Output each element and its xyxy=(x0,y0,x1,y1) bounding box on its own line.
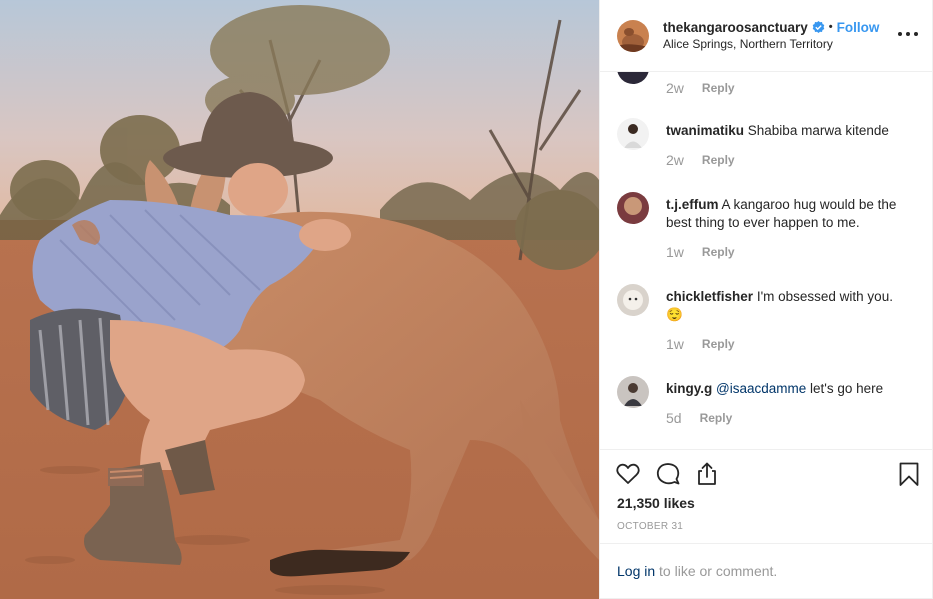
reply-button[interactable]: Reply xyxy=(702,153,735,167)
instagram-post: thekangaroosanctuary • Follow Alice Spri… xyxy=(0,0,933,599)
more-options-icon[interactable] xyxy=(898,26,918,42)
commenter-avatar[interactable] xyxy=(617,118,649,150)
comment-meta: 1w Reply xyxy=(666,244,735,260)
relieved-face-emoji: 😌 xyxy=(666,307,683,322)
more-dot xyxy=(906,32,910,36)
reply-button[interactable]: Reply xyxy=(702,245,735,259)
comment-bubble-icon[interactable] xyxy=(655,461,681,487)
reply-button[interactable]: Reply xyxy=(700,411,733,425)
user-avatar-icon xyxy=(617,118,649,150)
account-avatar[interactable] xyxy=(617,19,649,52)
comment-timestamp[interactable]: 2w xyxy=(666,152,684,168)
comment-meta: 2w Reply xyxy=(666,80,735,96)
share-icon[interactable] xyxy=(694,461,720,487)
header-title-row: thekangaroosanctuary • Follow xyxy=(663,19,879,36)
commenter-avatar[interactable] xyxy=(617,376,649,408)
comment-meta: 2w Reply xyxy=(666,152,735,168)
comment-item: t.j.effum A kangaroo hug would be the be… xyxy=(617,192,917,270)
verified-badge-icon xyxy=(812,20,825,34)
comment-timestamp[interactable]: 1w xyxy=(666,244,684,260)
comment-timestamp[interactable]: 2w xyxy=(666,80,684,96)
comment-timestamp[interactable]: 5d xyxy=(666,410,682,426)
post-photo[interactable] xyxy=(0,0,599,599)
user-avatar-icon xyxy=(617,192,649,224)
comment-message: Shabiba marwa kitende xyxy=(747,123,889,138)
comment-item: chickletfisher I'm obsessed with you. 😌 … xyxy=(617,284,917,362)
comments-list[interactable]: 2w Reply twanimatiku Shabiba marwa kiten… xyxy=(600,72,933,449)
header-text: thekangaroosanctuary • Follow Alice Spri… xyxy=(663,19,879,53)
reply-button[interactable]: Reply xyxy=(702,337,735,351)
kangaroo-hug-photo xyxy=(0,0,599,599)
commenter-avatar[interactable] xyxy=(617,192,649,224)
comment-meta: 5d Reply xyxy=(666,410,732,426)
user-avatar-icon xyxy=(617,284,649,316)
user-avatar-icon xyxy=(617,376,649,408)
comment-username[interactable]: t.j.effum xyxy=(666,197,719,212)
user-avatar-icon xyxy=(617,72,649,84)
login-link[interactable]: Log in xyxy=(617,563,655,579)
comment-text: chickletfisher I'm obsessed with you. 😌 xyxy=(666,288,916,324)
commenter-avatar[interactable] xyxy=(617,72,649,84)
comment-item: twanimatiku Shabiba marwa kitende 2w Rep… xyxy=(617,118,917,178)
comment-text: twanimatiku Shabiba marwa kitende xyxy=(666,122,916,140)
comment-text: t.j.effum A kangaroo hug would be the be… xyxy=(666,196,916,232)
post-details-panel: thekangaroosanctuary • Follow Alice Spri… xyxy=(599,0,933,599)
commenter-avatar[interactable] xyxy=(617,284,649,316)
like-count[interactable]: 21,350 likes xyxy=(617,495,695,511)
login-prompt: Log in to like or comment. xyxy=(600,543,933,599)
comment-text: kingy.g @isaacdamme let's go here xyxy=(666,380,916,398)
bookmark-icon[interactable] xyxy=(896,461,922,487)
reply-button[interactable]: Reply xyxy=(702,81,735,95)
comment-meta: 1w Reply xyxy=(666,336,735,352)
post-date[interactable]: OCTOBER 31 xyxy=(617,521,683,532)
comment-username[interactable]: chickletfisher xyxy=(666,289,753,304)
post-location[interactable]: Alice Springs, Northern Territory xyxy=(663,36,879,53)
heart-icon[interactable] xyxy=(615,461,641,487)
login-prompt-text: to like or comment. xyxy=(659,563,778,579)
comment-username[interactable]: kingy.g xyxy=(666,381,712,396)
account-username[interactable]: thekangaroosanctuary xyxy=(663,19,808,36)
comment-item: 2w Reply xyxy=(617,72,917,112)
comment-mention-link[interactable]: @isaacdamme xyxy=(716,381,806,396)
more-dot xyxy=(898,32,902,36)
post-header: thekangaroosanctuary • Follow Alice Spri… xyxy=(600,0,933,72)
comment-item: kingy.g @isaacdamme let's go here 5d Rep… xyxy=(617,376,917,436)
more-dot xyxy=(914,32,918,36)
comment-username[interactable]: twanimatiku xyxy=(666,123,744,138)
comment-message: let's go here xyxy=(810,381,884,396)
kangaroo-avatar-icon xyxy=(617,19,649,52)
comment-message: I'm obsessed with you. xyxy=(756,289,893,304)
header-separator: • xyxy=(828,20,833,33)
follow-button[interactable]: Follow xyxy=(837,19,880,36)
post-actions: 21,350 likes OCTOBER 31 Log in to like o… xyxy=(600,449,933,599)
comment-timestamp[interactable]: 1w xyxy=(666,336,684,352)
